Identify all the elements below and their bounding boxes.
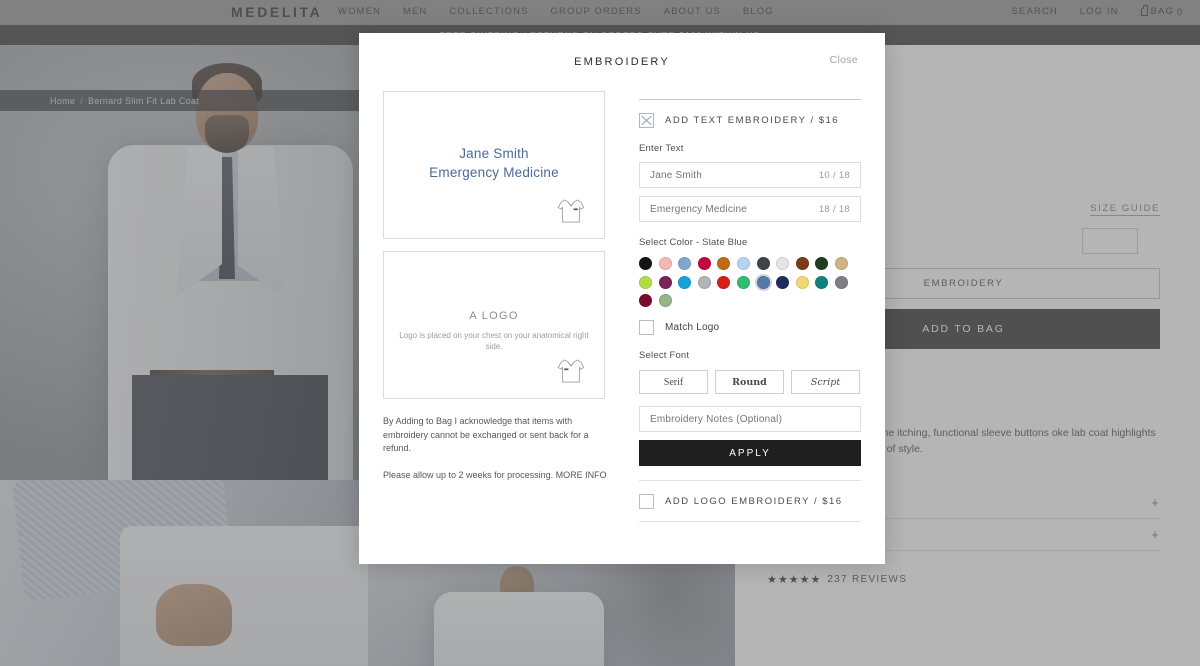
scrub-top-icon (557, 359, 585, 383)
color-swatch-white[interactable] (776, 257, 790, 270)
checkbox-icon (639, 494, 654, 510)
color-swatch-grid (639, 257, 853, 308)
select-font-label: Select Font (639, 350, 690, 362)
embroidery-notes-field[interactable] (639, 406, 861, 433)
color-swatch-teal[interactable] (815, 275, 829, 289)
more-info-link[interactable]: MORE INFO (556, 470, 607, 480)
embroidery-notes-input[interactable] (650, 413, 850, 425)
color-swatch-black[interactable] (639, 257, 652, 270)
color-swatch-lime[interactable] (639, 275, 652, 289)
legal-text: By Adding to Bag I acknowledge that item… (383, 415, 615, 482)
checkbox-checked-icon (639, 113, 654, 128)
divider-middle (639, 480, 861, 482)
enter-text-label: Enter Text (639, 143, 684, 154)
embroidery-modal: EMBROIDERY Close Jane Smith Emergency Me… (359, 33, 885, 564)
select-color-label: Select Color - Slate Blue (639, 237, 748, 248)
font-option-serif[interactable]: Serif (639, 370, 708, 395)
color-swatch-process-blue[interactable] (678, 275, 692, 289)
match-logo-toggle[interactable]: Match Logo (639, 320, 861, 336)
legal-paragraph-1: By Adding to Bag I acknowledge that item… (383, 416, 589, 453)
preview-line-1: Jane Smith (459, 146, 529, 161)
color-swatch-sky-blue[interactable] (678, 257, 692, 270)
color-swatch-gold[interactable] (795, 275, 809, 289)
color-swatch-grey[interactable] (834, 275, 848, 289)
text-line-1-field[interactable]: 10 / 18 (639, 162, 861, 188)
color-swatch-kelly-green[interactable] (736, 275, 750, 289)
color-swatch-plum[interactable] (658, 275, 672, 289)
add-text-embroidery-label: ADD TEXT EMBROIDERY / $16 (665, 115, 840, 126)
text-line-2-field[interactable]: 18 / 18 (639, 196, 861, 222)
add-text-embroidery-toggle[interactable]: ADD TEXT EMBROIDERY / $16 (639, 113, 861, 128)
page-root: MEDELITA WOMEN MEN COLLECTIONS GROUP ORD… (0, 0, 1200, 666)
font-option-script[interactable]: Script (791, 370, 860, 395)
modal-title: EMBROIDERY (574, 56, 670, 68)
modal-header: EMBROIDERY Close (359, 33, 885, 91)
text-line-1-input[interactable] (650, 169, 800, 181)
close-button[interactable]: Close (830, 54, 858, 66)
logo-preview-card: A LOGO Logo is placed on your chest on y… (383, 251, 605, 399)
color-swatch-burgundy[interactable] (639, 294, 652, 308)
color-swatch-powder-blue[interactable] (736, 257, 750, 270)
color-swatch-red[interactable] (717, 275, 731, 289)
divider-bottom (639, 521, 861, 523)
font-options: Serif Round Script (639, 370, 861, 395)
checkbox-icon (639, 320, 654, 336)
font-option-round[interactable]: Round (715, 370, 784, 395)
color-swatch-crimson[interactable] (697, 257, 711, 270)
color-swatch-hunter-green[interactable] (815, 257, 829, 270)
color-swatch-chocolate[interactable] (795, 257, 809, 270)
divider-top (639, 99, 861, 100)
legal-paragraph-2: Please allow up to 2 weeks for processin… (383, 469, 615, 483)
text-line-2-input[interactable] (650, 203, 800, 215)
add-logo-embroidery-toggle[interactable]: ADD LOGO EMBROIDERY / $16 (639, 494, 861, 510)
color-swatch-silver[interactable] (697, 275, 711, 289)
color-swatch-navy[interactable] (776, 275, 790, 289)
add-logo-embroidery-label: ADD LOGO EMBROIDERY / $16 (665, 496, 843, 508)
preview-line-2: Emergency Medicine (429, 165, 559, 180)
apply-button[interactable]: APPLY (639, 440, 861, 467)
color-swatch-sage[interactable] (658, 294, 672, 308)
match-logo-label: Match Logo (665, 322, 720, 334)
color-swatch-charcoal[interactable] (756, 257, 770, 270)
color-swatch-khaki[interactable] (834, 257, 848, 270)
color-swatch-blush-pink[interactable] (658, 257, 672, 270)
text-line-2-counter: 18 / 18 (818, 203, 850, 215)
modal-body: Jane Smith Emergency Medicine A LOGO Log… (359, 91, 885, 523)
processing-note: Please allow up to 2 weeks for processin… (383, 469, 554, 480)
text-line-1-counter: 10 / 18 (818, 169, 850, 181)
color-swatch-copper[interactable] (717, 257, 731, 270)
logo-preview-note: Logo is placed on your chest on your ana… (399, 331, 589, 351)
logo-preview-title: A LOGO (469, 310, 519, 322)
text-preview-content: Jane Smith Emergency Medicine (384, 144, 604, 182)
scrub-top-icon (557, 199, 585, 223)
text-preview-card: Jane Smith Emergency Medicine (383, 91, 605, 239)
color-swatch-slate-blue[interactable] (756, 275, 770, 289)
options-column: ADD TEXT EMBROIDERY / $16 Enter Text 10 … (639, 91, 861, 523)
preview-column: Jane Smith Emergency Medicine A LOGO Log… (383, 91, 615, 522)
